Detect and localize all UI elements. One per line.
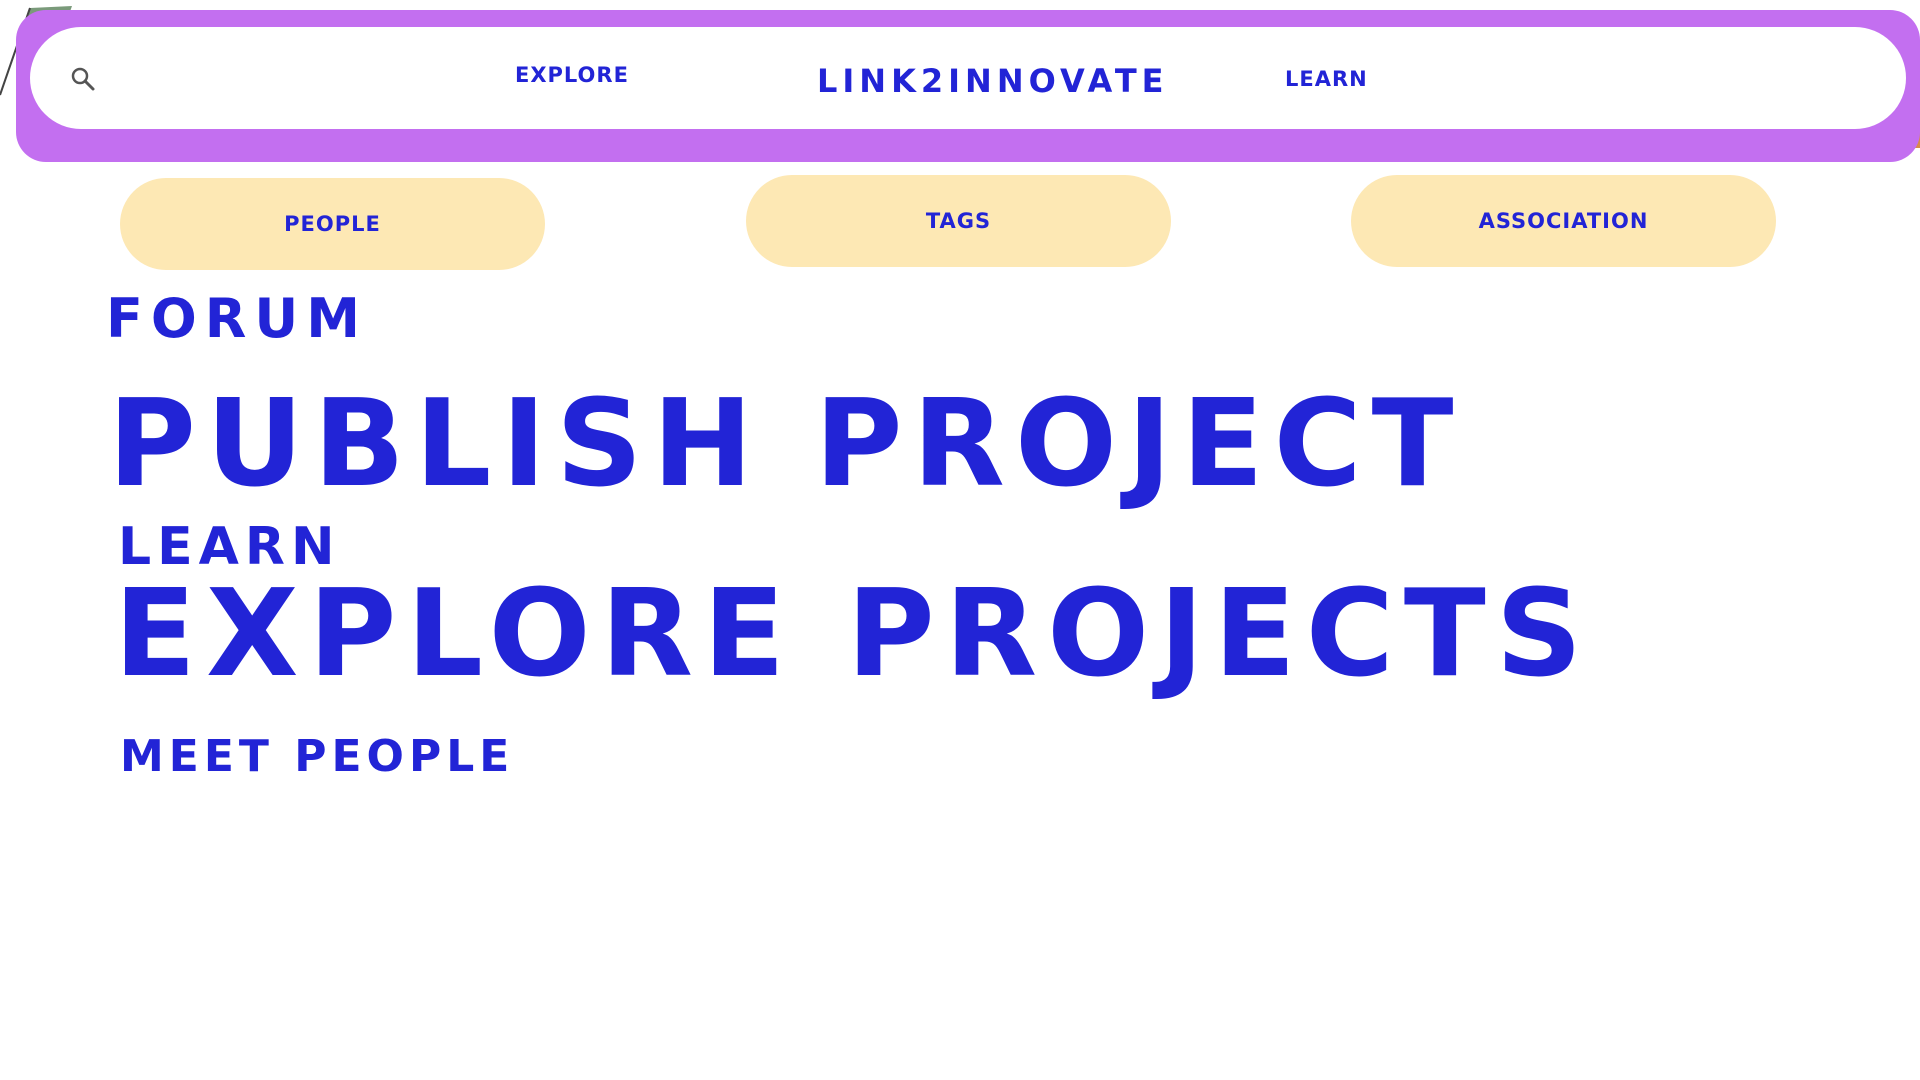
people-button[interactable]: PEOPLE — [120, 178, 545, 270]
search-icon[interactable] — [70, 66, 96, 92]
brand-logo-link[interactable]: LINK2INNOVATE — [817, 62, 1169, 100]
meet-people-link[interactable]: MEET PEOPLE — [120, 735, 514, 779]
association-button[interactable]: ASSOCIATION — [1351, 175, 1776, 267]
publish-project-link[interactable]: PUBLISH PROJECT — [108, 385, 1464, 505]
nav-learn-link[interactable]: LEARN — [1285, 67, 1368, 91]
nav-explore-link[interactable]: EXPLORE — [515, 63, 629, 87]
tags-button[interactable]: TAGS — [746, 175, 1171, 267]
explore-projects-link[interactable]: EXPLORE PROJECTS — [114, 575, 1592, 695]
forum-link[interactable]: FORUM — [106, 292, 368, 346]
